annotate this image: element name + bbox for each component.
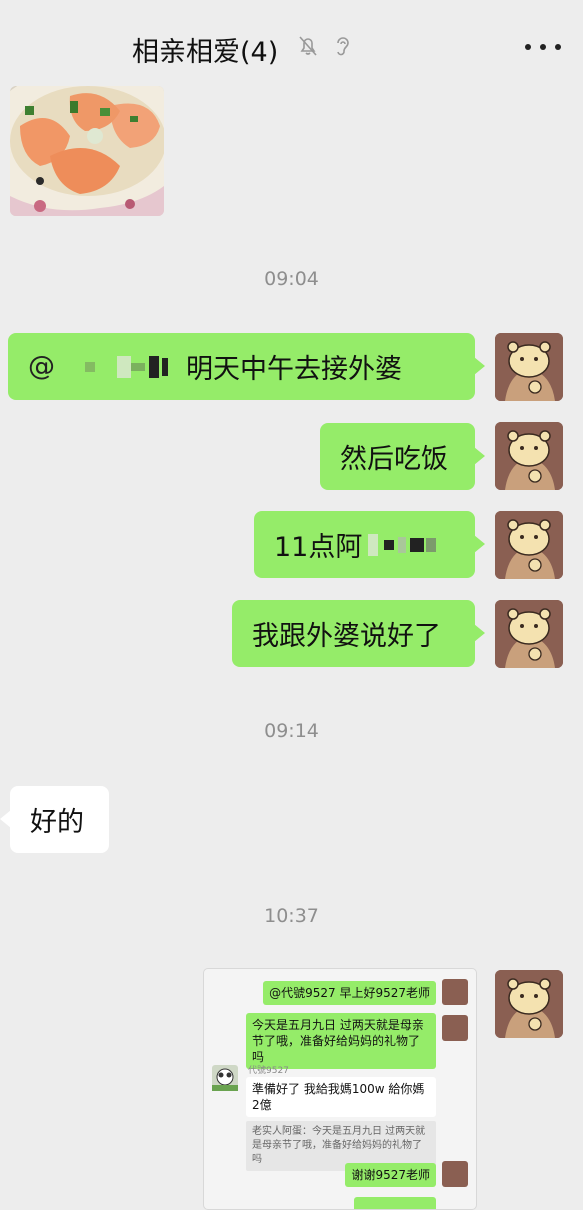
timestamp: 09:04 <box>264 268 319 290</box>
message-bubble-received[interactable]: 好的 <box>0 786 109 853</box>
shrimp-photo[interactable] <box>10 86 164 216</box>
screenshot-sender-avatar <box>212 1065 238 1091</box>
avatar-me[interactable] <box>495 422 563 490</box>
message-text: 11点阿 <box>274 532 363 563</box>
message-text: 好的 <box>30 807 84 838</box>
chat-title: 相亲相爱(4) <box>132 37 279 68</box>
screenshot-sender-name: 代號9527 <box>248 1066 289 1076</box>
timestamp: 10:37 <box>264 905 319 927</box>
avatar-me[interactable] <box>495 511 563 579</box>
earpiece-icon <box>337 37 349 56</box>
screenshot-bubble: 谢谢9527老师 <box>345 1163 436 1187</box>
bell-off-icon <box>299 36 317 56</box>
message-text: 我跟外婆说好了 <box>252 621 441 652</box>
screenshot-avatar <box>442 1015 468 1041</box>
message-bubble[interactable]: @ 明天中午去接外婆 <box>8 333 485 400</box>
chat-screenshot-image[interactable]: @代號9527 早上好9527老师 今天是五月九日 过两天就是母亲节了哦，准备好… <box>203 968 477 1210</box>
message-text: 然后吃饭 <box>340 444 448 475</box>
screenshot-avatar <box>442 1161 468 1187</box>
more-dots-icon[interactable] <box>525 44 561 52</box>
mention-prefix: @ <box>28 351 55 382</box>
message-bubble[interactable]: 我跟外婆说好了 <box>232 600 485 667</box>
message-text: 明天中午去接外婆 <box>186 354 402 385</box>
avatar-me[interactable] <box>495 333 563 401</box>
screenshot-bubble: 今天是五月九日 过两天就是母亲节了哦，准备好给妈妈的礼物了吗 <box>246 1013 436 1069</box>
chat-header: 相亲相爱(4) <box>0 0 583 94</box>
avatar-me[interactable] <box>495 970 563 1038</box>
screenshot-bubble: @代號9527 早上好9527老师 <box>263 981 436 1005</box>
screenshot-reply: 準備好了 我給我媽100w 給你媽2億 <box>246 1077 436 1117</box>
message-bubble[interactable]: 11点阿 <box>254 511 485 578</box>
screenshot-bubble-partial <box>354 1197 436 1209</box>
message-bubble[interactable]: 然后吃饭 <box>320 423 485 490</box>
avatar-me[interactable] <box>495 600 563 668</box>
timestamp: 09:14 <box>264 720 319 742</box>
screenshot-avatar <box>442 979 468 1005</box>
